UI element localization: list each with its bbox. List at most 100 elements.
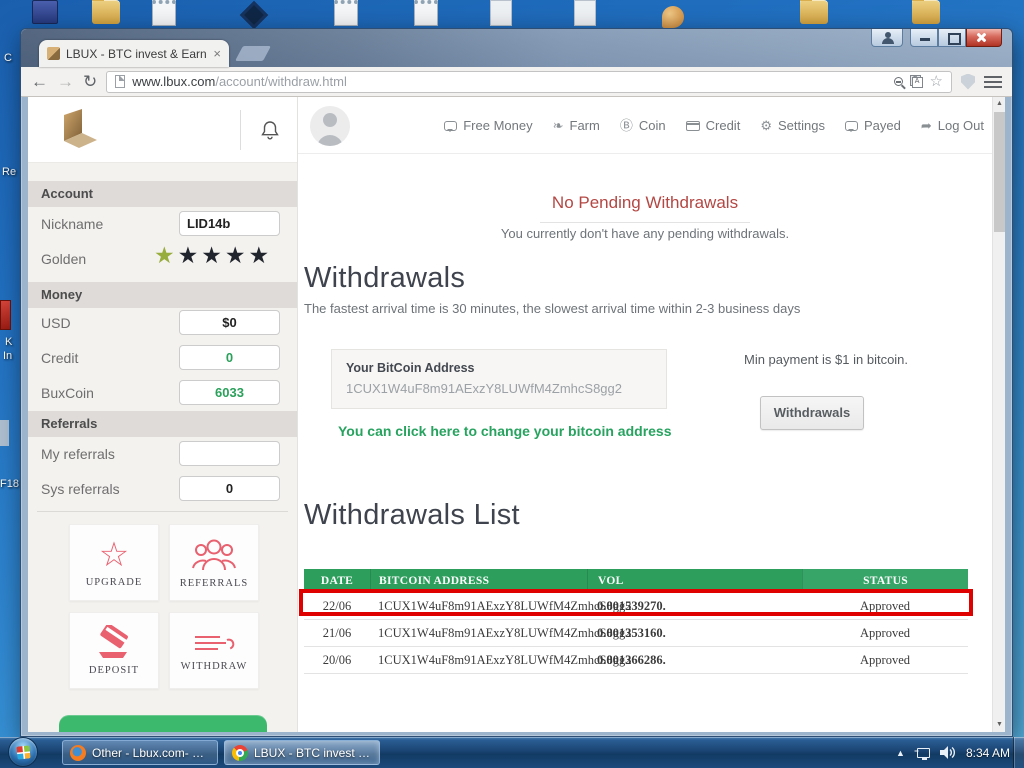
nav-coin[interactable]: Ⓑ Coin — [620, 118, 666, 133]
table-header-row: DATE BITCOIN ADDRESS VOL STATUS — [304, 569, 968, 593]
web-page: Account Nickname Golden ★★★★★ Money USD … — [28, 97, 1005, 732]
minimize-button[interactable] — [910, 29, 938, 47]
page-scrollbar[interactable]: ▲ ▼ — [992, 97, 1005, 732]
section-header-account: Account — [28, 181, 297, 207]
no-pending-title: No Pending Withdrawals — [539, 193, 751, 223]
reload-button[interactable]: ↻ — [83, 73, 97, 90]
logout-arrow-icon: ➦ — [920, 118, 932, 133]
golden-star-rating[interactable]: ★★★★★ — [154, 242, 272, 269]
cell-address: 1CUX1W4uF8m91AExzY8LUWfM4ZmhcS8gg2 — [378, 652, 632, 667]
cell-vol: 0.001353160. — [597, 625, 666, 640]
desktop-icon[interactable] — [32, 0, 58, 24]
sidebar-tiles: ☆ UPGRADE REFERRALS DEPOSIT WITHDRAW — [69, 524, 259, 689]
notifications-bell-icon[interactable] — [259, 119, 281, 141]
browser-tab[interactable]: LBUX - BTC invest & Earn × — [39, 40, 229, 67]
scrollbar-thumb[interactable] — [994, 112, 1005, 232]
taskbar-clock[interactable]: 8:34 AM — [966, 746, 1010, 760]
page-icon — [115, 75, 126, 88]
avatar[interactable] — [310, 106, 350, 146]
column-header-vol: VOL — [587, 569, 802, 593]
desktop-notepad-icon[interactable] — [414, 0, 438, 26]
withdrawals-button[interactable]: Withdrawals — [760, 396, 864, 430]
table-row[interactable]: 22/06 1CUX1W4uF8m91AExzY8LUWfM4ZmhcS8gg2… — [304, 593, 968, 620]
desktop-folder-icon[interactable] — [912, 0, 940, 24]
nav-free-money[interactable]: Free Money — [444, 118, 533, 133]
column-header-status: STATUS — [802, 569, 968, 593]
desktop-icon[interactable] — [0, 420, 9, 446]
nav-label: Free Money — [463, 118, 533, 133]
speaker-icon[interactable] — [939, 746, 956, 759]
desktop-icon-label: C — [4, 52, 12, 64]
no-pending-subtitle: You currently don't have any pending wit… — [500, 226, 790, 241]
cell-status: Approved — [860, 652, 910, 667]
bookmark-star-icon[interactable]: ☆ — [930, 74, 943, 89]
referrals-tile[interactable]: REFERRALS — [169, 524, 259, 601]
desktop-icon[interactable] — [0, 300, 11, 330]
browser-toolbar: ← → ↻ www.lbux.com/account/withdraw.html… — [21, 67, 1012, 97]
desktop-notepad-icon[interactable] — [152, 0, 176, 26]
translate-icon[interactable] — [909, 75, 923, 88]
desktop-icon[interactable] — [239, 0, 269, 30]
zoom-out-icon[interactable] — [893, 77, 903, 86]
browser-menu-icon[interactable] — [984, 75, 1002, 88]
scroll-up-icon[interactable]: ▲ — [993, 97, 1005, 111]
desktop-document-icon[interactable] — [574, 0, 596, 26]
nav-settings[interactable]: ⚙ Settings — [760, 118, 825, 133]
desktop-document-icon[interactable] — [490, 0, 512, 26]
cell-address: 1CUX1W4uF8m91AExzY8LUWfM4ZmhcS8gg2 — [378, 598, 632, 613]
column-header-date: DATE — [320, 575, 354, 587]
sidebar-bottom-button[interactable] — [59, 715, 267, 732]
change-address-link[interactable]: You can click here to change your bitcoi… — [338, 423, 672, 439]
nickname-input[interactable] — [179, 211, 280, 236]
forward-button[interactable]: → — [57, 73, 74, 90]
my-referrals-row: My referrals — [28, 441, 297, 467]
withdrawals-table: DATE BITCOIN ADDRESS VOL STATUS 22/06 1C… — [299, 569, 973, 674]
sys-referrals-input[interactable] — [179, 476, 280, 501]
usd-input[interactable] — [179, 310, 280, 335]
start-button[interactable] — [8, 737, 38, 767]
taskbar-button-label: LBUX - BTC invest & ... — [254, 745, 372, 760]
shield-icon[interactable] — [961, 73, 975, 90]
buxcoin-row: BuxCoin — [28, 380, 297, 406]
nav-farm[interactable]: ❧ Farm — [553, 118, 600, 133]
close-button[interactable] — [966, 29, 1002, 47]
network-icon[interactable] — [915, 747, 930, 760]
upgrade-tile[interactable]: ☆ UPGRADE — [69, 524, 159, 601]
lbux-logo[interactable] — [54, 107, 100, 153]
desktop-notepad-icon[interactable] — [334, 0, 358, 26]
withdraw-tile[interactable]: WITHDRAW — [169, 612, 259, 689]
scroll-down-icon[interactable]: ▼ — [993, 718, 1005, 732]
nav-log-out[interactable]: ➦ Log Out — [921, 118, 984, 133]
taskbar-button-label: Other - Lbux.com- C... — [92, 745, 210, 760]
my-referrals-input[interactable] — [179, 441, 280, 466]
taskbar-firefox-button[interactable]: Other - Lbux.com- C... — [62, 740, 218, 765]
section-header-money: Money — [28, 282, 297, 308]
show-desktop-button[interactable] — [1013, 737, 1024, 768]
new-tab-button[interactable] — [235, 46, 271, 61]
buxcoin-input[interactable] — [179, 380, 280, 405]
taskbar-chrome-button[interactable]: LBUX - BTC invest & ... — [224, 740, 380, 765]
speech-bubble-icon — [444, 120, 458, 132]
tab-close-icon[interactable]: × — [213, 47, 221, 60]
deposit-tile[interactable]: DEPOSIT — [69, 612, 159, 689]
browser-profile-button[interactable] — [871, 29, 903, 47]
table-row[interactable]: 20/06 1CUX1W4uF8m91AExzY8LUWfM4ZmhcS8gg2… — [304, 647, 968, 674]
sidebar-header — [28, 97, 297, 163]
address-bar[interactable]: www.lbux.com/account/withdraw.html ☆ — [106, 70, 952, 93]
url-text[interactable]: www.lbux.com/account/withdraw.html — [132, 74, 886, 89]
credit-input[interactable] — [179, 345, 280, 370]
nav-payed[interactable]: Payed — [844, 118, 901, 133]
maximize-button[interactable] — [938, 29, 966, 47]
star-icon: ★ — [154, 242, 178, 268]
back-button[interactable]: ← — [31, 73, 48, 90]
credit-card-icon — [685, 120, 700, 131]
tray-expand-icon[interactable]: ▲ — [896, 748, 905, 758]
nickname-row: Nickname — [28, 211, 297, 237]
table-row[interactable]: 21/06 1CUX1W4uF8m91AExzY8LUWfM4ZmhcS8gg2… — [304, 620, 968, 647]
desktop-folder-icon[interactable] — [800, 0, 828, 24]
desktop-icon[interactable] — [662, 6, 684, 28]
nav-credit[interactable]: Credit — [685, 118, 740, 133]
bitcoin-address-box-title: Your BitCoin Address — [346, 361, 475, 375]
desktop-folder-icon[interactable] — [92, 0, 120, 24]
tile-label: WITHDRAW — [180, 661, 248, 672]
